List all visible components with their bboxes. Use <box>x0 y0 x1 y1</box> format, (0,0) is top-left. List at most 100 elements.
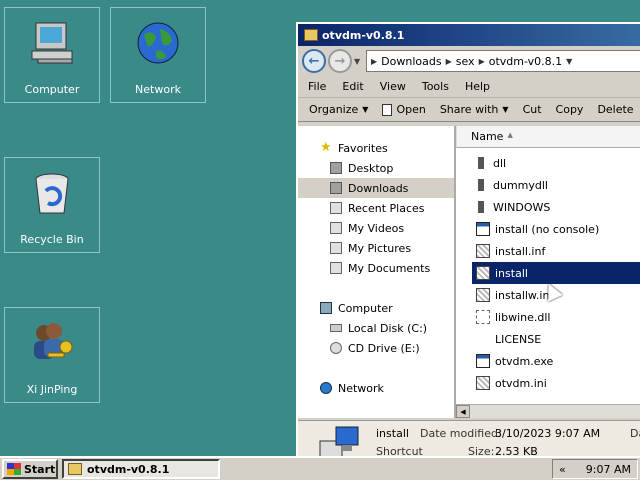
file-row-dummydll[interactable]: dummydll <box>456 174 640 196</box>
folder-icon <box>478 179 484 191</box>
file-name: install (no console) <box>495 222 600 236</box>
copy-button[interactable]: Copy <box>549 103 591 116</box>
menu-tools[interactable]: Tools <box>414 80 457 93</box>
pictures-icon <box>330 242 342 254</box>
desktop-icon-label: Computer <box>24 83 80 96</box>
nav-my-videos[interactable]: My Videos <box>298 218 454 238</box>
nav-favorites[interactable]: ★ Favorites <box>298 138 454 158</box>
back-button[interactable]: ← <box>302 49 326 73</box>
clock[interactable]: 9:07 AM <box>586 463 631 476</box>
cd-drive-icon <box>330 342 342 354</box>
recent-places-icon <box>330 202 342 214</box>
downloads-icon <box>330 182 342 194</box>
organize-label: Organize <box>309 103 359 116</box>
desktop-icon <box>330 162 342 174</box>
column-header-label: Name <box>471 130 504 143</box>
folder-icon <box>304 29 318 41</box>
folder-icon <box>68 463 82 475</box>
file-name: LICENSE <box>495 332 542 346</box>
taskbar: Start otvdm-v0.8.1 « 9:07 AM <box>0 456 640 480</box>
details-pane: install Date modified: 3/10/2023 9:07 AM… <box>298 420 640 456</box>
nav-label: Recent Places <box>348 201 425 215</box>
documents-icon <box>330 262 342 274</box>
breadcrumb-downloads[interactable]: Downloads <box>381 55 441 68</box>
nav-label: Computer <box>338 301 393 315</box>
nav-desktop[interactable]: Desktop <box>298 158 454 178</box>
nav-label: Desktop <box>348 161 394 175</box>
navigation-bar: ← → ▼ ▶ Downloads ▶ sex ▶ otvdm-v0.8.1 ▼ <box>298 46 640 76</box>
file-row-windows[interactable]: WINDOWS <box>456 196 640 218</box>
navigation-pane[interactable]: ★ Favorites Desktop Downloads Recent Pla… <box>298 126 456 418</box>
desktop-icon-label: Xi JinPing <box>26 383 78 396</box>
file-row-install-inf[interactable]: install.inf <box>456 240 640 262</box>
chevron-right-icon: ▶ <box>371 56 378 66</box>
file-row-dll[interactable]: dll <box>456 152 640 174</box>
menu-view[interactable]: View <box>372 80 414 93</box>
menu-file[interactable]: File <box>300 80 334 93</box>
open-button[interactable]: Open <box>375 103 432 116</box>
nav-computer[interactable]: Computer <box>298 298 454 318</box>
column-header-name[interactable]: Name ▲ <box>456 126 640 148</box>
nav-label: My Pictures <box>348 241 412 255</box>
nav-my-documents[interactable]: My Documents <box>298 258 454 278</box>
network-globe-icon <box>320 382 332 394</box>
hard-disk-icon <box>330 324 342 332</box>
desktop-icon-computer[interactable]: Computer <box>4 7 100 103</box>
share-with-button[interactable]: Share with ▼ <box>433 103 516 116</box>
system-tray: « 9:07 AM <box>552 459 638 479</box>
chevron-right-icon[interactable]: ▶ <box>479 57 485 66</box>
file-name: libwine.dll <box>495 310 551 324</box>
file-list[interactable]: Name ▲ dll dummydll WINDOWS install (no … <box>456 126 640 418</box>
nav-downloads[interactable]: Downloads <box>298 178 454 198</box>
shortcut-icon <box>476 266 490 280</box>
tray-expand-button[interactable]: « <box>559 463 566 476</box>
details-date-label: Date modified: <box>420 427 502 440</box>
file-row-license[interactable]: LICENSE <box>456 328 640 350</box>
chevron-down-icon: ▼ <box>502 105 509 114</box>
organize-button[interactable]: Organize ▼ <box>302 103 375 116</box>
desktop-icon-user[interactable]: Xi JinPing <box>4 307 100 403</box>
desktop-icon-network[interactable]: Network <box>110 7 206 103</box>
nav-cd-drive[interactable]: CD Drive (E:) <box>298 338 454 358</box>
window-title: otvdm-v0.8.1 <box>322 28 405 42</box>
shortcut-icon <box>476 222 490 236</box>
chevron-down-icon[interactable]: ▼ <box>566 57 572 66</box>
menu-edit[interactable]: Edit <box>334 80 371 93</box>
explorer-window[interactable]: otvdm-v0.8.1 ← → ▼ ▶ Downloads ▶ sex ▶ o… <box>296 22 640 458</box>
window-titlebar[interactable]: otvdm-v0.8.1 <box>298 24 640 46</box>
start-button[interactable]: Start <box>2 459 58 479</box>
application-icon <box>476 354 490 368</box>
windows-logo-icon <box>7 463 21 475</box>
nav-label: My Videos <box>348 221 405 235</box>
scroll-left-icon[interactable]: ◀ <box>456 405 470 418</box>
file-row-install-no-console[interactable]: install (no console) <box>456 218 640 240</box>
nav-my-pictures[interactable]: My Pictures <box>298 238 454 258</box>
desktop-icon-label: Recycle Bin <box>20 233 84 246</box>
address-bar[interactable]: ▶ Downloads ▶ sex ▶ otvdm-v0.8.1 ▼ <box>366 50 640 72</box>
network-globe-icon <box>134 19 182 67</box>
taskbar-window-button[interactable]: otvdm-v0.8.1 <box>62 459 220 479</box>
file-row-otvdm-exe[interactable]: otvdm.exe <box>456 350 640 372</box>
cut-button[interactable]: Cut <box>516 103 549 116</box>
open-label: Open <box>396 103 426 116</box>
menu-help[interactable]: Help <box>457 80 498 93</box>
nav-label: Favorites <box>338 141 388 155</box>
desktop-icon-recycle-bin[interactable]: Recycle Bin <box>4 157 100 253</box>
nav-recent-places[interactable]: Recent Places <box>298 198 454 218</box>
file-row-libwine-dll[interactable]: libwine.dll <box>456 306 640 328</box>
breadcrumb-current[interactable]: otvdm-v0.8.1 <box>489 55 562 68</box>
recycle-bin-icon <box>28 169 76 217</box>
nav-network[interactable]: Network <box>298 378 454 398</box>
chevron-right-icon[interactable]: ▶ <box>446 57 452 66</box>
command-bar: Organize ▼ Open Share with ▼ Cut Copy De… <box>298 98 640 122</box>
breadcrumb-sex[interactable]: sex <box>456 55 475 68</box>
nav-label: Local Disk (C:) <box>348 321 428 335</box>
nav-local-disk[interactable]: Local Disk (C:) <box>298 318 454 338</box>
user-key-icon <box>28 319 76 367</box>
horizontal-scrollbar[interactable]: ◀ <box>456 404 640 418</box>
delete-button[interactable]: Delete <box>590 103 640 116</box>
forward-button[interactable]: → <box>328 49 352 73</box>
recent-pages-dropdown[interactable]: ▼ <box>354 49 364 73</box>
file-row-otvdm-ini[interactable]: otvdm.ini <box>456 372 640 394</box>
desktop-icon-label: Network <box>135 83 181 96</box>
